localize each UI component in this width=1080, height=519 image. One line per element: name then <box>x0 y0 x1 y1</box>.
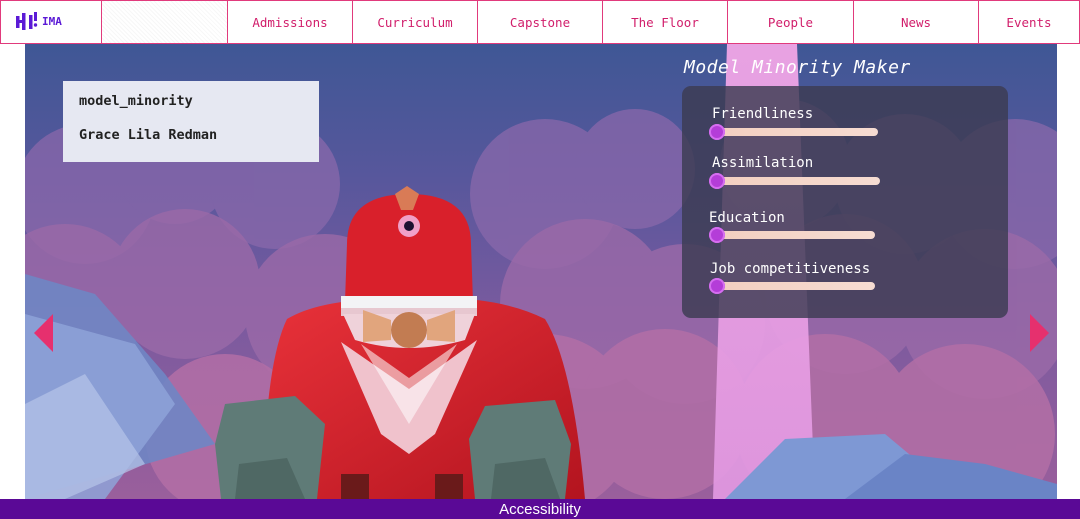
nav-item-capstone[interactable]: Capstone <box>478 0 603 44</box>
project-title: model_minority <box>79 93 193 109</box>
nav-item-the-floor[interactable]: The Floor <box>603 0 728 44</box>
job-competitiveness-slider-thumb[interactable] <box>709 278 725 294</box>
nav-item-news[interactable]: News <box>854 0 979 44</box>
friendliness-slider-track[interactable] <box>713 128 878 136</box>
assimilation-slider-thumb[interactable] <box>709 173 725 189</box>
arrow-left-icon[interactable] <box>34 314 54 352</box>
slider-label-assimilation: Assimilation <box>712 155 814 171</box>
arrow-right-icon[interactable] <box>1030 314 1050 352</box>
slider-panel: Friendliness Assimilation Education Job … <box>682 86 1008 318</box>
project-info-card: model_minority Grace Lila Redman <box>63 81 319 162</box>
top-navigation: IMA Admissions Curriculum Capstone The F… <box>0 0 1080 44</box>
nav-item-people[interactable]: People <box>728 0 854 44</box>
accessibility-bar: Accessibility <box>0 499 1080 519</box>
logo-text: IMA <box>42 15 62 28</box>
accessibility-link[interactable]: Accessibility <box>499 501 581 518</box>
nav-item-admissions[interactable]: Admissions <box>228 0 353 44</box>
nav-item-curriculum[interactable]: Curriculum <box>353 0 478 44</box>
slider-label-job-competitiveness: Job competitiveness <box>710 261 871 277</box>
friendliness-slider-thumb[interactable] <box>709 124 725 140</box>
assimilation-slider-track[interactable] <box>713 177 880 185</box>
nav-spacer <box>101 0 228 44</box>
education-slider-track[interactable] <box>713 231 875 239</box>
ima-logo-icon <box>16 12 38 30</box>
education-slider-thumb[interactable] <box>709 227 725 243</box>
job-competitiveness-slider-track[interactable] <box>713 282 875 290</box>
slider-label-friendliness: Friendliness <box>712 106 814 122</box>
maker-title: Model Minority Maker <box>684 57 911 78</box>
logo-link[interactable]: IMA <box>0 0 101 44</box>
nav-item-events[interactable]: Events <box>979 0 1080 44</box>
slider-label-education: Education <box>709 210 785 226</box>
project-hero: model_minority Grace Lila Redman Model M… <box>25 44 1057 499</box>
project-author: Grace Lila Redman <box>79 127 218 143</box>
